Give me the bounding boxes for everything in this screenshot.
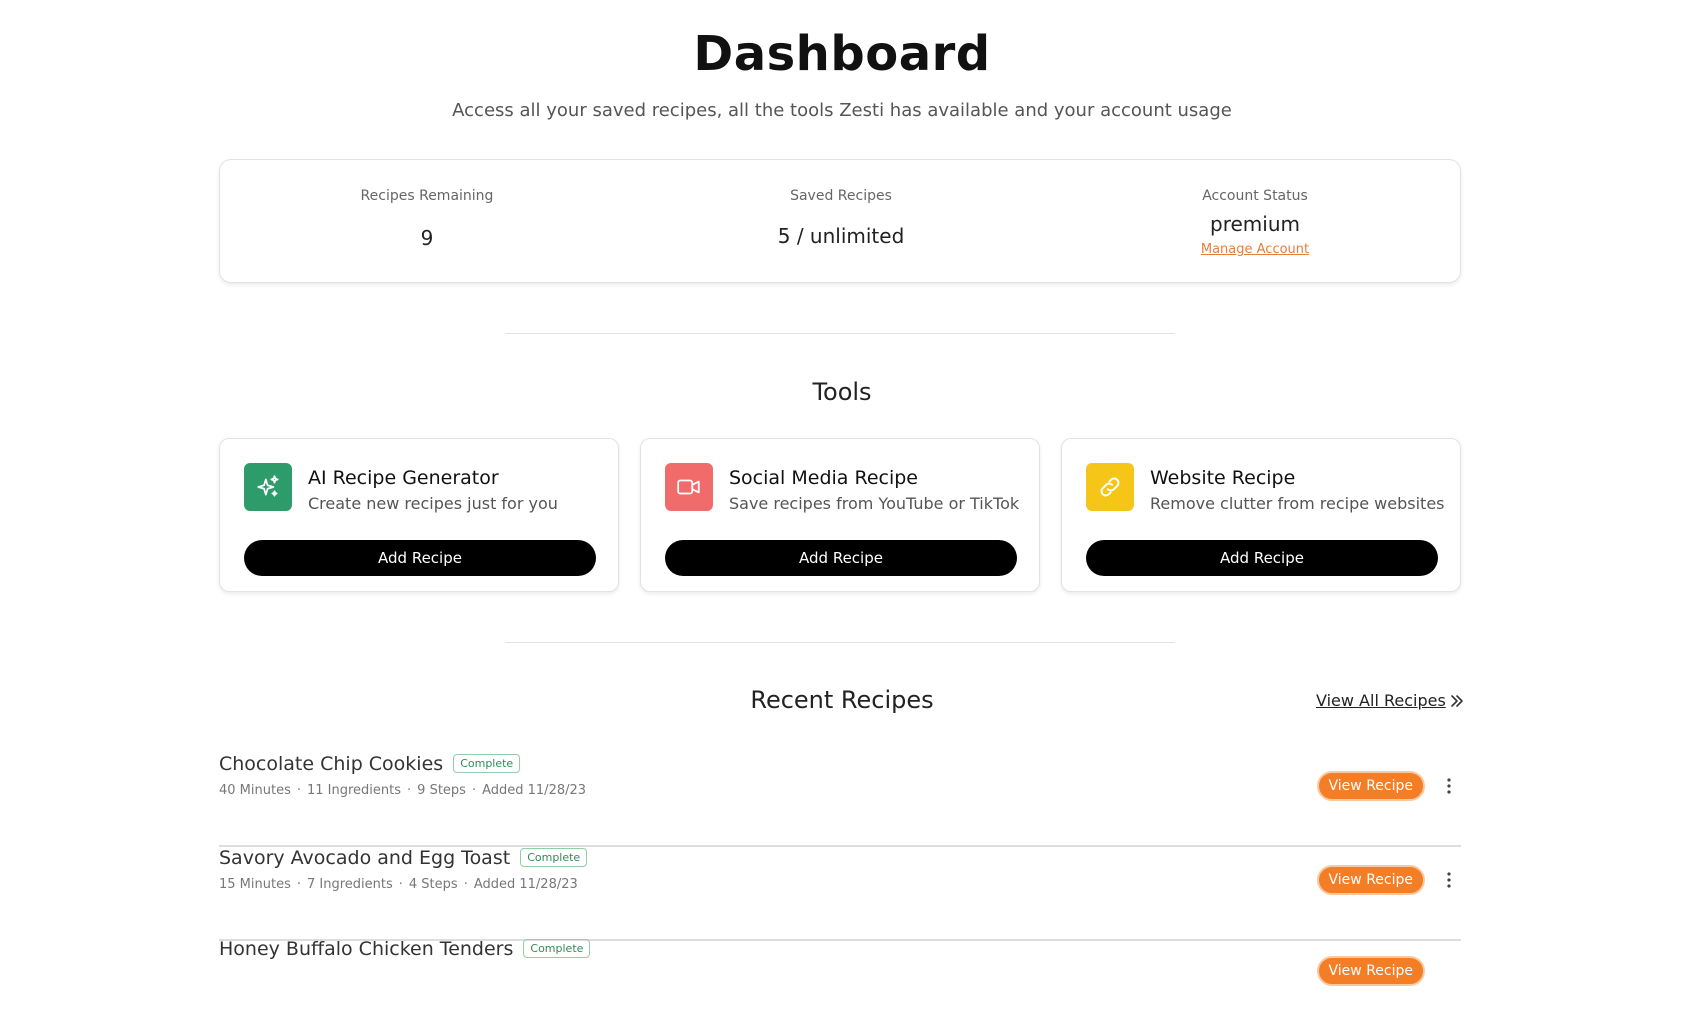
tool-description: Remove clutter from recipe websites: [1150, 494, 1445, 513]
recipe-ingredients: 7 Ingredients: [307, 877, 393, 892]
view-all-recipes-link[interactable]: View All Recipes: [1316, 691, 1446, 710]
stat-account-status: Account Status premium Manage Account: [1048, 160, 1462, 284]
recipe-name[interactable]: Chocolate Chip Cookies Complete: [219, 753, 521, 775]
divider: [505, 642, 1175, 643]
stat-label: Recipes Remaining: [360, 188, 494, 204]
stat-label: Saved Recipes: [790, 188, 892, 204]
recipe-added-date: Added 11/28/23: [473, 877, 578, 892]
status-badge: Complete: [523, 939, 591, 958]
recipe-time: 40 Minutes: [219, 783, 291, 798]
tool-card-website: Website Recipe Remove clutter from recip…: [1061, 438, 1461, 592]
recipe-name[interactable]: Savory Avocado and Egg Toast Complete: [219, 847, 588, 869]
tool-description: Create new recipes just for you: [308, 494, 558, 513]
recipe-steps: 9 Steps: [417, 783, 466, 798]
status-badge: Complete: [520, 848, 588, 867]
recipe-title[interactable]: Honey Buffalo Chicken Tenders: [219, 938, 513, 960]
page-title: Dashboard: [693, 26, 991, 82]
stat-label: Account Status: [1202, 188, 1308, 204]
recipe-row: Honey Buffalo Chicken Tenders Complete Vi…: [219, 938, 1461, 1032]
stat-value: 5 / unlimited: [777, 224, 905, 248]
stats-card: Recipes Remaining 9 Saved Recipes 5 / un…: [219, 159, 1461, 283]
video-icon: [665, 463, 713, 511]
recipe-meta: 40 Minutes · 11 Ingredients · 9 Steps · Added …: [219, 783, 587, 798]
recipe-title[interactable]: Chocolate Chip Cookies: [219, 753, 443, 775]
view-recipe-button[interactable]: View Recipe: [1316, 771, 1425, 801]
recipe-name[interactable]: Honey Buffalo Chicken Tenders Complete: [219, 938, 591, 960]
tool-card-social-media: Social Media Recipe Save recipes from Yo…: [640, 438, 1040, 592]
divider: [505, 333, 1175, 334]
add-recipe-button[interactable]: Add Recipe: [665, 540, 1017, 576]
tool-title: Website Recipe: [1150, 467, 1296, 489]
status-badge: Complete: [453, 754, 521, 773]
sparkles-icon: [244, 463, 292, 511]
recipe-steps: 4 Steps: [408, 877, 458, 892]
stat-value: 9: [420, 226, 434, 250]
double-chevron-right-icon[interactable]: [1448, 692, 1466, 714]
tools-title: Tools: [812, 378, 872, 406]
stat-saved-recipes: Saved Recipes 5 / unlimited: [634, 160, 1048, 284]
page-subtitle: Access all your saved recipes, all the t…: [452, 100, 1232, 121]
stat-value: premium: [1210, 212, 1300, 236]
add-recipe-button[interactable]: Add Recipe: [244, 540, 596, 576]
recipe-row: Chocolate Chip Cookies Complete 40 Minute…: [219, 753, 1461, 847]
view-recipe-button[interactable]: View Recipe: [1316, 865, 1425, 895]
more-options-icon[interactable]: [1443, 869, 1455, 891]
link-icon: [1086, 463, 1134, 511]
recipe-title[interactable]: Savory Avocado and Egg Toast: [219, 847, 510, 869]
tool-card-ai-recipe: AI Recipe Generator Create new recipes j…: [219, 438, 619, 592]
more-options-icon[interactable]: [1443, 775, 1455, 797]
tool-title: AI Recipe Generator: [308, 467, 499, 489]
recipe-ingredients: 11 Ingredients: [307, 783, 402, 798]
recipe-added-date: Added 11/28/23: [482, 783, 587, 798]
tool-description: Save recipes from YouTube or TikTok: [729, 494, 1020, 513]
view-recipe-button[interactable]: View Recipe: [1316, 956, 1425, 986]
add-recipe-button[interactable]: Add Recipe: [1086, 540, 1438, 576]
tool-title: Social Media Recipe: [729, 467, 918, 489]
stat-recipes-remaining: Recipes Remaining 9: [220, 160, 634, 284]
recipe-time: 15 Minutes: [219, 877, 291, 892]
manage-account-link[interactable]: Manage Account: [1048, 242, 1462, 257]
recipe-row: Savory Avocado and Egg Toast Complete 15 …: [219, 847, 1461, 941]
recipe-meta: 15 Minutes · 7 Ingredients · 4 Steps · Added 1…: [219, 877, 578, 892]
